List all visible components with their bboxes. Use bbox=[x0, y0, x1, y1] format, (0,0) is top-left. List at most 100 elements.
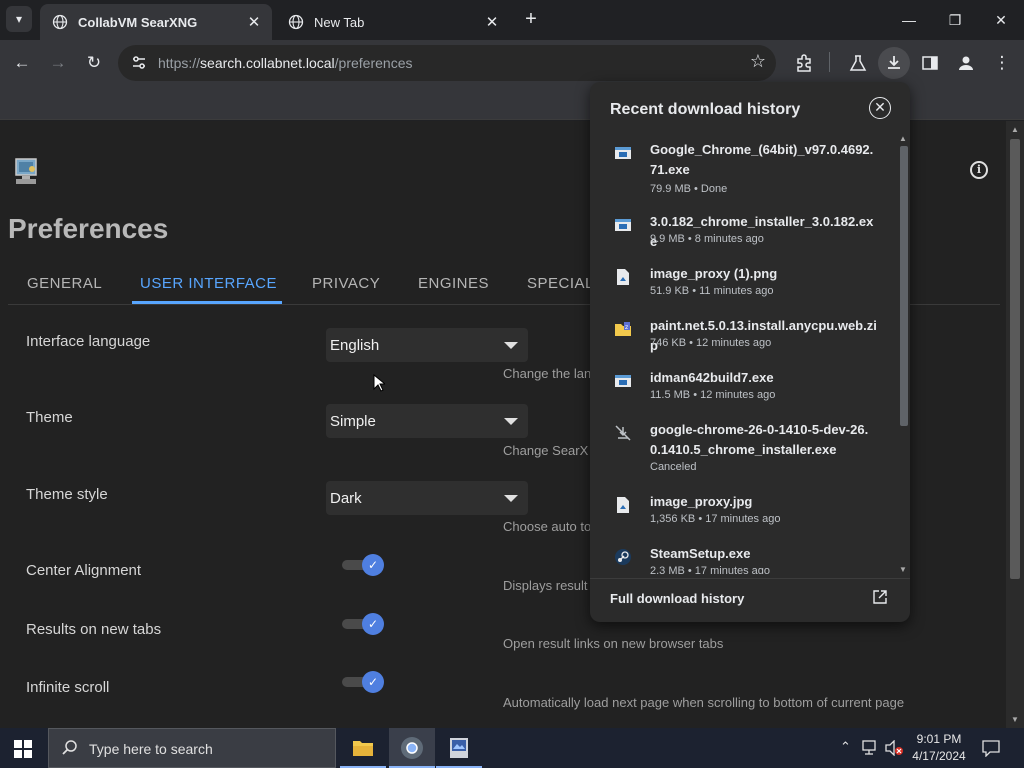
chevron-down-icon bbox=[504, 495, 518, 502]
theme-select[interactable]: Simple bbox=[326, 404, 528, 438]
scroll-up-icon[interactable]: ▲ bbox=[1011, 125, 1019, 134]
download-item[interactable]: image_proxy (1).png 51.9 KB • 11 minutes… bbox=[590, 264, 890, 304]
scrollbar-thumb[interactable] bbox=[1010, 139, 1020, 579]
full-download-history-label: Full download history bbox=[610, 591, 745, 606]
profile-icon[interactable] bbox=[956, 53, 976, 73]
extensions-icon[interactable] bbox=[794, 53, 814, 73]
tab-close-icon[interactable]: ✕ bbox=[482, 13, 502, 31]
download-list-scrollbar[interactable]: ▲ ▼ bbox=[899, 134, 908, 574]
taskbar-search-placeholder: Type here to search bbox=[89, 741, 213, 757]
tab-engines[interactable]: ENGINES bbox=[418, 275, 489, 292]
download-history-panel: Recent download history ✕ Google_Chrome_… bbox=[590, 82, 910, 622]
check-icon: ✓ bbox=[362, 613, 384, 635]
open-external-icon bbox=[873, 590, 887, 604]
setting-description: Change the lan bbox=[503, 366, 592, 381]
volume-muted-icon[interactable] bbox=[884, 740, 904, 756]
url-text: https://search.collabnet.local/preferenc… bbox=[158, 55, 413, 71]
tab-title: New Tab bbox=[314, 14, 365, 30]
setting-description: Automatically load next page when scroll… bbox=[503, 695, 905, 710]
download-filename: idman642build7.exe bbox=[650, 370, 774, 385]
new-tab-button[interactable]: + bbox=[520, 8, 542, 30]
taskbar-clock[interactable]: 9:01 PM 4/17/2024 bbox=[908, 731, 970, 765]
minimize-icon[interactable]: — bbox=[886, 6, 932, 34]
info-icon[interactable]: i bbox=[970, 161, 988, 179]
setting-label-interface-language: Interface language bbox=[26, 333, 151, 350]
close-icon[interactable]: ✕ bbox=[978, 6, 1024, 34]
notifications-icon[interactable] bbox=[982, 739, 1000, 757]
scroll-down-icon[interactable]: ▼ bbox=[1011, 715, 1019, 724]
infinite-scroll-toggle[interactable]: ✓ bbox=[342, 671, 384, 693]
setting-description: Change SearX bbox=[503, 443, 589, 458]
address-bar[interactable]: https://search.collabnet.local/preferenc… bbox=[118, 45, 776, 81]
download-button[interactable] bbox=[878, 47, 910, 79]
scrollbar-thumb[interactable] bbox=[900, 146, 908, 426]
tab-close-icon[interactable]: ✕ bbox=[244, 13, 264, 31]
selected-tab-underline bbox=[132, 301, 282, 304]
setting-label-theme-style: Theme style bbox=[26, 486, 108, 503]
tray-chevron-up-icon[interactable]: ⌃ bbox=[840, 739, 851, 755]
labs-flask-icon[interactable] bbox=[848, 53, 868, 73]
taskbar-app[interactable] bbox=[436, 728, 482, 768]
interface-language-select[interactable]: English bbox=[326, 328, 528, 362]
download-meta: 79.9 MB • Done bbox=[650, 183, 728, 195]
globe-icon bbox=[288, 14, 304, 30]
tab-general[interactable]: GENERAL bbox=[27, 275, 102, 292]
reload-icon[interactable]: ↻ bbox=[80, 49, 108, 77]
app-icon bbox=[450, 738, 468, 758]
download-item[interactable]: SteamSetup.exe 2.3 MB • 17 minutes ago bbox=[590, 544, 890, 574]
page-scrollbar[interactable]: ▲ ▼ bbox=[1006, 121, 1024, 728]
back-icon[interactable]: ← bbox=[8, 49, 36, 77]
tab-strip: ▾ CollabVM SearXNG ✕ New Tab ✕ + — ❐ ✕ bbox=[0, 0, 1024, 40]
download-filename: 3.0.182_chrome_installer_3.0.182.exe bbox=[650, 214, 874, 249]
image-file-icon bbox=[617, 269, 629, 285]
browser-tab-active[interactable]: CollabVM SearXNG ✕ bbox=[40, 4, 272, 40]
download-item[interactable]: 3.0.182_chrome_installer_3.0.182.exe 9.9… bbox=[590, 212, 890, 252]
download-item[interactable]: z paint.net.5.0.13.install.anycpu.web.zi… bbox=[590, 316, 890, 356]
download-item[interactable]: idman642build7.exe 11.5 MB • 12 minutes … bbox=[590, 368, 890, 408]
browser-tab[interactable]: New Tab ✕ bbox=[276, 4, 510, 40]
forward-icon[interactable]: → bbox=[44, 49, 72, 77]
searxng-logo-icon bbox=[15, 158, 37, 184]
canceled-download-icon bbox=[615, 425, 631, 441]
setting-label-center-alignment: Center Alignment bbox=[26, 562, 142, 579]
results-on-new-tabs-toggle[interactable]: ✓ bbox=[342, 613, 384, 635]
bookmark-star-icon[interactable]: ☆ bbox=[750, 51, 766, 72]
download-item[interactable]: google-chrome-26-0-1410-5-dev-26.0.1410.… bbox=[590, 420, 890, 473]
center-alignment-toggle[interactable]: ✓ bbox=[342, 554, 384, 576]
taskbar-file-explorer[interactable] bbox=[340, 728, 386, 768]
page-title: Preferences bbox=[8, 213, 169, 244]
browser-toolbar: ← → ↻ https://search.collabnet.local/pre… bbox=[0, 40, 1024, 86]
full-download-history-link[interactable]: Full download history bbox=[590, 578, 910, 622]
download-filename: paint.net.5.0.13.install.anycpu.web.zip bbox=[650, 318, 877, 353]
close-icon[interactable]: ✕ bbox=[869, 97, 891, 119]
exe-file-icon bbox=[615, 375, 631, 387]
globe-icon bbox=[52, 14, 68, 30]
download-item[interactable]: Google_Chrome_(64bit)_v97.0.4692.71.exe … bbox=[590, 140, 890, 195]
toolbar-separator bbox=[829, 52, 830, 72]
network-icon[interactable] bbox=[862, 740, 880, 756]
scroll-down-icon[interactable]: ▼ bbox=[899, 565, 907, 574]
chevron-down-icon bbox=[504, 418, 518, 425]
tab-special[interactable]: SPECIAL bbox=[527, 275, 594, 292]
tab-privacy[interactable]: PRIVACY bbox=[312, 275, 380, 292]
taskbar-search-box[interactable]: Type here to search bbox=[48, 728, 336, 768]
side-panel-icon[interactable] bbox=[920, 53, 940, 73]
download-meta: 51.9 KB • 11 minutes ago bbox=[650, 285, 774, 297]
tab-title: CollabVM SearXNG bbox=[78, 14, 198, 30]
scroll-up-icon[interactable]: ▲ bbox=[899, 134, 907, 143]
theme-style-select[interactable]: Dark bbox=[326, 481, 528, 515]
tab-user-interface[interactable]: USER INTERFACE bbox=[140, 275, 277, 292]
check-icon: ✓ bbox=[362, 554, 384, 576]
site-info-icon[interactable] bbox=[130, 54, 148, 72]
download-filename: image_proxy.jpg bbox=[650, 494, 753, 509]
tab-search-button[interactable]: ▾ bbox=[6, 6, 32, 32]
windows-start-icon[interactable] bbox=[14, 740, 32, 758]
select-value: Dark bbox=[330, 490, 362, 507]
download-item[interactable]: image_proxy.jpg 1,356 KB • 17 minutes ag… bbox=[590, 492, 890, 532]
restore-icon[interactable]: ❐ bbox=[932, 6, 978, 34]
windows-taskbar: Type here to search ⌃ 9:01 PM 4/17/2024 bbox=[0, 728, 1024, 768]
menu-dots-icon[interactable]: ⋮ bbox=[988, 49, 1016, 77]
svg-text:z: z bbox=[625, 324, 628, 331]
setting-label-results-on-new-tabs: Results on new tabs bbox=[26, 621, 162, 638]
taskbar-chrome[interactable] bbox=[389, 728, 435, 768]
